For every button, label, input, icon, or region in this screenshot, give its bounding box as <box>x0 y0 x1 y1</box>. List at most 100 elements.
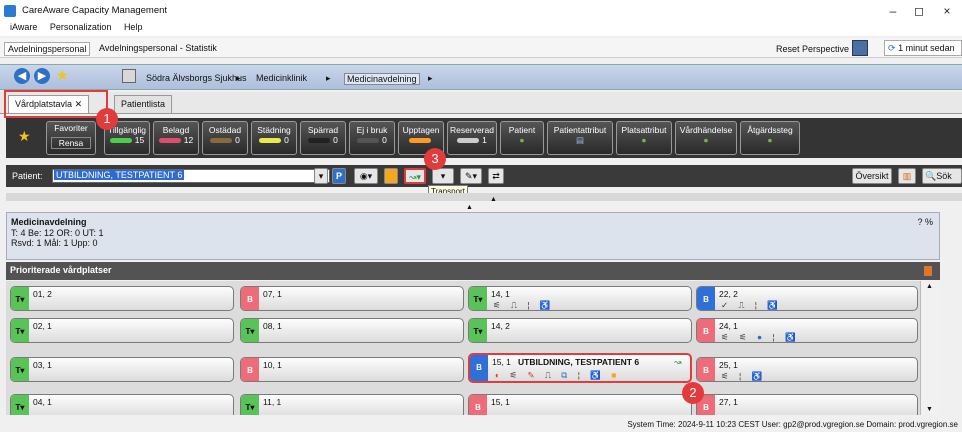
menu-bar: iAware Personalization Help <box>0 22 962 36</box>
bed-card[interactable]: T▾ 01, 2 <box>10 286 234 311</box>
save-icon[interactable] <box>852 40 868 56</box>
bed-label: 03, 1 <box>33 360 52 370</box>
search-icon: 🔍 <box>925 171 937 181</box>
bed-status-marker: T▾ <box>469 287 487 310</box>
collapse-arrow-icon[interactable]: ▲ <box>490 196 497 203</box>
bed-status-marker: B <box>697 319 715 342</box>
bed-card[interactable]: B 07, 1 <box>240 286 464 311</box>
bed-status-marker: B <box>470 355 488 381</box>
bed-card[interactable]: B 24, 1 ⚟ ⚟ ● ¦ ♿ <box>696 318 918 343</box>
patient-input[interactable]: UTBILDNING, TESTPATIENT 6 <box>52 169 330 183</box>
bed-status-marker: B <box>469 395 487 415</box>
bed-card[interactable]: B 15, 1 <box>468 394 692 415</box>
favoriter-button[interactable]: Favoriter <box>47 123 95 133</box>
close-button[interactable]: × <box>934 2 960 20</box>
bed-status-marker: B <box>241 358 259 381</box>
unit-targets: Rsvd: 1 Mål: 1 Upp: 0 <box>11 238 98 248</box>
tab-patientlista[interactable]: Patientlista <box>114 95 173 113</box>
bed-card[interactable]: T▾ 14, 1 ⚟ ⎍ ¦ ♿ <box>468 286 692 311</box>
search-patient-icon[interactable]: ◉▾ <box>354 168 378 184</box>
back-icon[interactable]: ◀ <box>14 68 30 84</box>
filter-vardhandelse[interactable]: Vårdhändelse ● <box>675 121 737 155</box>
export-icon[interactable] <box>924 266 932 276</box>
grid-icon[interactable] <box>122 69 136 83</box>
refresh-button[interactable]: ⟳ 1 minut sedan <box>884 40 962 56</box>
bed-card[interactable]: T▾ 04, 1 <box>10 394 234 415</box>
bed-label: 01, 2 <box>33 289 52 299</box>
filter-ej-i-bruk[interactable]: Ej i bruk 0 <box>349 121 395 155</box>
bed-label: 08, 1 <box>263 321 282 331</box>
filter-patient[interactable]: Patient ● <box>500 121 544 155</box>
person-icon[interactable] <box>384 168 398 184</box>
bed-card[interactable]: T▾ 03, 1 <box>10 357 234 382</box>
filter-sparrad[interactable]: Spärrad 0 <box>300 121 346 155</box>
bed-icon: ● <box>641 135 647 145</box>
patient-p-button[interactable]: P <box>332 168 346 184</box>
collapse-arrow-icon-2[interactable]: ▲ <box>466 204 473 211</box>
filter-reserverad[interactable]: Reserverad 1 <box>447 121 497 155</box>
bed-card[interactable]: B 25, 1 ⚟ ¦ ♿ <box>696 357 918 382</box>
perspective-tab-statistik[interactable]: Avdelningspersonal - Statistik <box>96 42 220 54</box>
rensa-button[interactable]: Rensa <box>51 137 91 149</box>
filter-belagd[interactable]: Belagd 12 <box>153 121 199 155</box>
bed-card[interactable]: B 27, 1 <box>696 394 918 415</box>
menu-personalization[interactable]: Personalization <box>50 22 112 32</box>
breadcrumb-separator: ▸ <box>428 73 433 83</box>
bed-card[interactable]: T▾ 08, 1 <box>240 318 464 343</box>
sok-button[interactable]: 🔍Sök <box>922 168 962 184</box>
chevron-down-icon[interactable]: ▾ <box>314 168 328 184</box>
bed-status-marker: B <box>241 287 259 310</box>
bed-move-icon[interactable]: ▾ <box>432 168 454 184</box>
board-scrollbar[interactable]: ▲ ▼ <box>920 281 940 415</box>
edit-icon[interactable]: ✎▾ <box>460 168 482 184</box>
breadcrumb-hospital[interactable]: Södra Älvsborgs Sjukhus <box>146 73 247 83</box>
bed-label: 25, 1 <box>719 360 738 370</box>
favorite-star-icon[interactable]: ★ <box>56 67 69 84</box>
bed-status-marker: T▾ <box>11 319 29 342</box>
oversikt-button[interactable]: Översikt <box>852 168 892 184</box>
bed-status-marker: T▾ <box>11 395 29 415</box>
bed-card[interactable]: T▾ 11, 1 <box>240 394 464 415</box>
minimize-button[interactable]: – <box>880 2 906 20</box>
perspective-tab-avdelningspersonal[interactable]: Avdelningspersonal <box>4 42 91 56</box>
swap-icon[interactable]: ⇄ <box>488 168 504 184</box>
unit-summary-panel: Medicinavdelning T: 4 Be: 12 OR: 0 UT: 1… <box>6 212 940 260</box>
bed-card[interactable]: T▾ 14, 2 <box>468 318 692 343</box>
bed-attribute-icons: ◖ ⚟ ✎ ⎍ ⧉ ¦ ♿ ■ <box>494 370 621 380</box>
bed-attribute-icons: ⚟ ⎍ ¦ ♿ <box>493 300 555 310</box>
bed-attribute-icons: ⚟ ¦ ♿ <box>721 371 767 381</box>
filter-patientattribut[interactable]: Patientattribut ▤ <box>547 121 613 155</box>
breadcrumb-clinic[interactable]: Medicinklinik <box>256 73 307 83</box>
bed-status-marker: T▾ <box>11 358 29 381</box>
bed-card[interactable]: T▾ 02, 1 <box>10 318 234 343</box>
callout-3: 3 <box>424 148 446 170</box>
bed-label: 11, 1 <box>263 397 282 407</box>
menu-iaware[interactable]: iAware <box>10 22 37 32</box>
filter-stadning[interactable]: Städning 0 <box>251 121 297 155</box>
bed-label: 14, 1 <box>491 289 510 299</box>
bed-attribute-icons: ✓ ⎍ ¦ ♿ <box>721 300 782 310</box>
filter-atgardssteg[interactable]: Åtgärdssteg ● <box>740 121 800 155</box>
scroll-down-icon[interactable]: ▼ <box>926 406 933 413</box>
transport-button[interactable]: ↝▾ <box>404 168 426 184</box>
bed-card[interactable]: B 10, 1 <box>240 357 464 382</box>
filter-platsattribut[interactable]: Platsattribut ● <box>616 121 672 155</box>
callout-2: 2 <box>682 382 704 404</box>
forward-icon[interactable]: ▶ <box>34 68 50 84</box>
bed-card-selected[interactable]: B 15, 1 UTBILDNING, TESTPATIENT 6 ↝ ◖ ⚟ … <box>468 353 692 383</box>
bed-label: 15, 1 <box>491 397 510 407</box>
reset-perspective-button[interactable]: Reset Perspective <box>776 44 849 54</box>
breadcrumb-unit[interactable]: Medicinavdelning <box>344 73 420 85</box>
bed-card[interactable]: B 22, 2 ✓ ⎍ ¦ ♿ <box>696 286 918 311</box>
menu-help[interactable]: Help <box>124 22 143 32</box>
bed-label: 24, 1 <box>719 321 738 331</box>
maximize-button[interactable]: ◻ <box>906 2 932 20</box>
scroll-up-icon[interactable]: ▲ <box>926 283 933 290</box>
bed-label: 07, 1 <box>263 289 282 299</box>
status-bar: System Time: 2024-9-11 10:23 CEST User: … <box>0 420 962 432</box>
columns-icon[interactable]: ▥ <box>898 168 916 184</box>
favorite-star-icon[interactable]: ★ <box>18 128 31 145</box>
filter-ostadad[interactable]: Ostädad 0 <box>202 121 248 155</box>
document-icon: ▤ <box>575 135 585 145</box>
collapse-splitter[interactable] <box>6 193 962 201</box>
